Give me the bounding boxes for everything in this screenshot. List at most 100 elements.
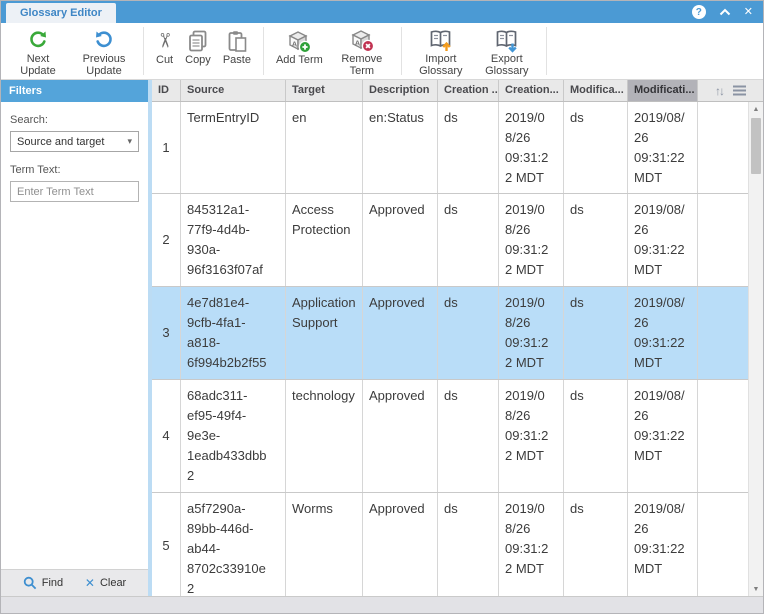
column-header-modification-user[interactable]: Modifica...: [564, 80, 628, 101]
remove-term-button[interactable]: A Remove Term: [330, 25, 394, 77]
scroll-down-arrow-icon[interactable]: ▼: [749, 582, 763, 596]
table-header-row: ID Source Target Description Creation ..…: [152, 80, 763, 102]
paste-icon: [225, 27, 249, 54]
cell-creation-date: 2019/08/26 09:31:22 MDT: [499, 194, 564, 286]
column-header-source[interactable]: Source: [181, 80, 286, 101]
glossary-table: ID Source Target Description Creation ..…: [152, 80, 763, 596]
next-update-button[interactable]: Next Update: [6, 25, 70, 77]
table-row[interactable]: 4 68adc311-ef95-49f4-9e3e-1eadb433dbb2 t…: [152, 380, 763, 493]
column-header-modification-date[interactable]: Modificati...: [628, 80, 698, 101]
cell-description: en:Status: [363, 102, 438, 193]
cell-source: 68adc311-ef95-49f4-9e3e-1eadb433dbb2: [181, 380, 286, 492]
scissors-icon: ✂: [156, 27, 173, 54]
search-scope-select[interactable]: Source and target ▾: [10, 131, 139, 152]
cell-id: 5: [152, 493, 181, 596]
find-label: Find: [42, 577, 63, 589]
table-header-tools: ↑↓: [698, 80, 763, 101]
titlebar: Glossary Editor ? ✕: [1, 1, 763, 23]
table-row[interactable]: 1 TermEntryID en en:Status ds 2019/08/26…: [152, 102, 763, 194]
column-header-creation-user[interactable]: Creation ...: [438, 80, 499, 101]
filters-panel-body: Search: Source and target ▾ Term Text:: [1, 102, 148, 569]
svg-text:A: A: [292, 39, 298, 48]
tab-label: Glossary Editor: [20, 7, 102, 19]
toolbar-separator: [143, 27, 144, 75]
search-scope-value: Source and target: [17, 136, 104, 148]
refresh-forward-icon: [26, 27, 50, 53]
clear-button[interactable]: ✕ Clear: [85, 576, 126, 590]
sort-icon[interactable]: ↑↓: [715, 84, 723, 98]
table-row[interactable]: 5 a5f7290a-89bb-446d-ab44-8702c33910e2 W…: [152, 493, 763, 596]
filters-panel-header: Filters: [1, 80, 148, 102]
table-row[interactable]: 2 845312a1-77f9-4d4b-930a-96f3163f07af A…: [152, 194, 763, 287]
cell-source: 4e7d81e4-9cfb-4fa1-a818-6f994b2b2f55: [181, 287, 286, 379]
column-menu-icon[interactable]: [733, 85, 746, 96]
add-term-button[interactable]: A Add Term: [271, 25, 328, 77]
copy-button[interactable]: Copy: [180, 25, 216, 77]
previous-update-button[interactable]: Previous Update: [72, 25, 136, 77]
toolbar: Next Update Previous Update ✂ Cut Copy P…: [1, 23, 763, 80]
search-label: Search:: [10, 114, 139, 126]
toolbar-label: Previous Update: [77, 53, 131, 77]
cell-description: Approved: [363, 380, 438, 492]
cell-source: 845312a1-77f9-4d4b-930a-96f3163f07af: [181, 194, 286, 286]
find-button[interactable]: Find: [23, 576, 63, 590]
chevron-down-icon: ▾: [127, 136, 132, 147]
cell-creation-user: ds: [438, 194, 499, 286]
cell-creation-user: ds: [438, 493, 499, 596]
toolbar-label: Import Glossary: [414, 53, 468, 77]
column-header-target[interactable]: Target: [286, 80, 363, 101]
filters-panel: Filters Search: Source and target ▾ Term…: [1, 80, 152, 596]
paste-button[interactable]: Paste: [218, 25, 256, 77]
cell-target: en: [286, 102, 363, 193]
bottom-status-bar: [1, 596, 763, 613]
cell-modification-date: 2019/08/26 09:31:22 MDT: [628, 380, 698, 492]
toolbar-label: Export Glossary: [480, 53, 534, 77]
book-import-icon: [428, 27, 454, 53]
toolbar-label: Copy: [185, 54, 211, 66]
cell-description: Approved: [363, 493, 438, 596]
svg-text:A: A: [355, 39, 361, 48]
cube-remove-icon: A: [349, 27, 375, 53]
term-text-input[interactable]: [10, 181, 139, 202]
scrollbar-thumb[interactable]: [751, 118, 761, 174]
toolbar-separator: [546, 27, 547, 75]
cell-target: Access Protection: [286, 194, 363, 286]
cell-creation-date: 2019/08/26 09:31:22 MDT: [499, 380, 564, 492]
vertical-scrollbar[interactable]: ▲ ▼: [748, 102, 763, 596]
cell-modification-user: ds: [564, 493, 628, 596]
column-header-id[interactable]: ID: [152, 80, 181, 101]
cell-source: TermEntryID: [181, 102, 286, 193]
table-row-selected[interactable]: 3 4e7d81e4-9cfb-4fa1-a818-6f994b2b2f55 A…: [152, 287, 763, 380]
column-header-description[interactable]: Description: [363, 80, 438, 101]
toolbar-label: Add Term: [276, 54, 323, 66]
cell-modification-user: ds: [564, 102, 628, 193]
cell-creation-user: ds: [438, 380, 499, 492]
column-header-creation-date[interactable]: Creation...: [499, 80, 564, 101]
cut-button[interactable]: ✂ Cut: [151, 25, 178, 77]
cell-modification-date: 2019/08/26 09:31:22 MDT: [628, 287, 698, 379]
help-icon[interactable]: ?: [692, 5, 706, 19]
cell-description: Approved: [363, 287, 438, 379]
cell-creation-date: 2019/08/26 09:31:22 MDT: [499, 287, 564, 379]
filters-panel-footer: Find ✕ Clear: [1, 569, 148, 596]
glossary-editor-window: Glossary Editor ? ✕ Next Update Previous…: [0, 0, 764, 614]
cell-id: 4: [152, 380, 181, 492]
export-glossary-button[interactable]: Export Glossary: [475, 25, 539, 77]
tab-glossary-editor[interactable]: Glossary Editor: [6, 3, 116, 23]
clear-x-icon: ✕: [85, 576, 95, 590]
cell-id: 1: [152, 102, 181, 193]
cell-modification-date: 2019/08/26 09:31:22 MDT: [628, 102, 698, 193]
scroll-up-arrow-icon[interactable]: ▲: [749, 102, 763, 116]
cell-modification-user: ds: [564, 287, 628, 379]
import-glossary-button[interactable]: Import Glossary: [409, 25, 473, 77]
cell-id: 3: [152, 287, 181, 379]
toolbar-separator: [263, 27, 264, 75]
collapse-icon[interactable]: [719, 8, 731, 16]
cell-description: Approved: [363, 194, 438, 286]
close-icon[interactable]: ✕: [744, 7, 753, 18]
table-body: 1 TermEntryID en en:Status ds 2019/08/26…: [152, 102, 763, 596]
toolbar-separator: [401, 27, 402, 75]
toolbar-label: Remove Term: [335, 53, 389, 77]
cell-id: 2: [152, 194, 181, 286]
refresh-back-icon: [92, 27, 116, 53]
